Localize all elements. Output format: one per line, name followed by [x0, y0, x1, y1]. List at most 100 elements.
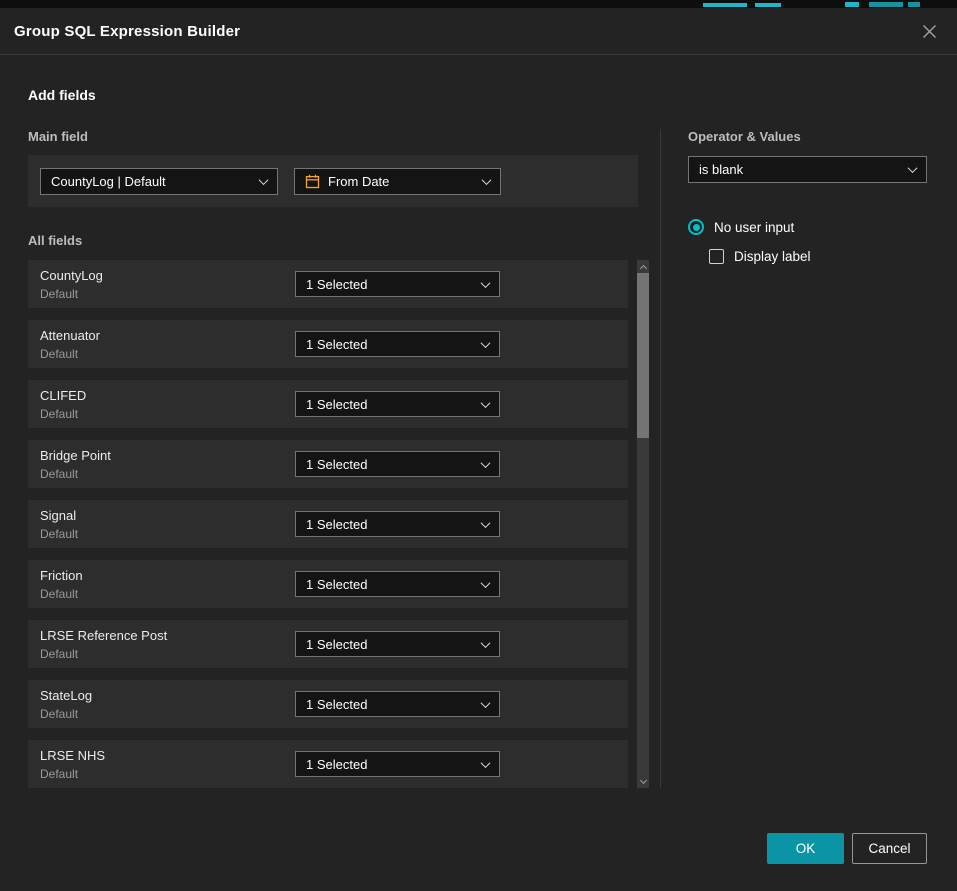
field-rows-container: CountyLogDefault1 SelectedAttenuatorDefa… [28, 260, 628, 788]
field-selected-value: 1 Selected [306, 757, 367, 772]
no-user-input-option: No user input [688, 219, 927, 235]
field-selected-dropdown[interactable]: 1 Selected [295, 691, 500, 717]
builder-columns: Main field CountyLog | Default Fro [28, 129, 927, 788]
field-row: CLIFED Default 1 Selected [28, 380, 628, 428]
field-selected-dropdown[interactable]: 1 Selected [295, 751, 500, 777]
field-selected-value: 1 Selected [306, 397, 367, 412]
cancel-button[interactable]: Cancel [852, 833, 927, 864]
scrollbar-up-icon[interactable] [637, 260, 649, 273]
main-field-panel: CountyLog | Default From Date [28, 155, 638, 207]
field-row-text: LRSE NHS Default [40, 748, 295, 781]
main-field-label: Main field [28, 129, 660, 144]
field-row-text: Bridge PointDefault [40, 448, 295, 481]
field-row-text: SignalDefault [40, 508, 295, 541]
layer-select-value: CountyLog | Default [51, 174, 166, 189]
field-selected-dropdown[interactable]: 1 Selected [295, 331, 500, 357]
column-divider [660, 129, 661, 788]
display-label-text: Display label [734, 249, 811, 264]
field-selected-value: 1 Selected [306, 337, 367, 352]
background-fragment [869, 2, 903, 7]
field-subtitle: Default [40, 707, 295, 721]
no-user-input-label: No user input [714, 220, 794, 235]
main-field-select-value: From Date [328, 174, 389, 189]
field-name: LRSE Reference Post [40, 628, 295, 643]
field-row: Attenuator Default 1 Selected [28, 320, 628, 368]
field-selected-dropdown[interactable]: 1 Selected [295, 391, 500, 417]
display-label-checkbox[interactable] [709, 249, 724, 264]
field-selected-value: 1 Selected [306, 517, 367, 532]
field-row: SignalDefault 1 Selected [28, 500, 628, 548]
chevron-down-icon [259, 175, 269, 185]
close-icon [922, 24, 937, 39]
field-selected-value: 1 Selected [306, 457, 367, 472]
field-row: LRSE Reference Post Default1 Selected [28, 620, 628, 668]
field-name: Signal [40, 508, 295, 523]
field-selected-dropdown[interactable]: 1 Selected [295, 451, 500, 477]
fields-column: Main field CountyLog | Default Fro [28, 129, 660, 788]
field-row-text: Friction Default [40, 568, 295, 601]
chevron-down-icon [482, 175, 492, 185]
field-selected-dropdown[interactable]: 1 Selected [295, 511, 500, 537]
scrollbar-down-icon[interactable] [637, 775, 649, 788]
chevron-down-icon [481, 338, 491, 348]
chevron-down-icon [908, 163, 918, 173]
field-subtitle: Default [40, 347, 295, 361]
field-selected-dropdown[interactable]: 1 Selected [295, 571, 500, 597]
all-fields-label: All fields [28, 233, 660, 248]
background-fragment [908, 2, 920, 7]
field-subtitle: Default [40, 767, 295, 781]
field-row: CountyLog Default 1 Selected [28, 260, 628, 308]
field-row: LRSE NHS Default 1 Selected [28, 740, 628, 788]
field-row-text: CountyLog Default [40, 268, 295, 301]
add-fields-heading: Add fields [28, 87, 927, 103]
field-selected-value: 1 Selected [306, 697, 367, 712]
ok-button[interactable]: OK [767, 833, 844, 864]
chevron-down-icon [481, 758, 491, 768]
layer-select[interactable]: CountyLog | Default [40, 168, 278, 195]
field-selected-dropdown[interactable]: 1 Selected [295, 631, 500, 657]
field-name: CLIFED [40, 388, 295, 403]
field-name: CountyLog [40, 268, 295, 283]
chevron-down-icon [481, 278, 491, 288]
field-name: Friction [40, 568, 295, 583]
field-selected-value: 1 Selected [306, 277, 367, 292]
close-button[interactable] [918, 20, 941, 43]
field-selected-dropdown[interactable]: 1 Selected [295, 271, 500, 297]
field-row: StateLog Default 1 Selected [28, 680, 628, 728]
dialog-body: Add fields Main field CountyLog | Defaul… [0, 87, 957, 788]
all-fields-list: CountyLogDefault1 SelectedAttenuatorDefa… [28, 260, 660, 788]
chevron-down-icon [481, 578, 491, 588]
background-fragment [845, 2, 859, 7]
operator-select[interactable]: is blank [688, 156, 927, 183]
field-row-text: Attenuator Default [40, 328, 295, 361]
chevron-down-icon [481, 698, 491, 708]
no-user-input-radio[interactable] [688, 219, 704, 235]
field-row-text: CLIFED Default [40, 388, 295, 421]
field-name: Bridge Point [40, 448, 295, 463]
field-subtitle: Default [40, 407, 295, 421]
chevron-down-icon [481, 398, 491, 408]
field-name: Attenuator [40, 328, 295, 343]
background-app-strip [0, 0, 957, 8]
field-subtitle: Default [40, 287, 295, 301]
chevron-down-icon [481, 458, 491, 468]
field-name: LRSE NHS [40, 748, 295, 763]
operator-select-value: is blank [699, 162, 743, 177]
field-row-text: LRSE Reference Post Default [40, 628, 295, 661]
chevron-down-icon [481, 518, 491, 528]
operator-column: Operator & Values is blank No user input… [688, 129, 927, 788]
calendar-icon [305, 174, 320, 189]
field-subtitle: Default [40, 587, 295, 601]
scrollbar-thumb[interactable] [637, 273, 649, 438]
chevron-down-icon [481, 638, 491, 648]
scrollbar[interactable] [637, 260, 649, 788]
display-label-option: Display label [709, 249, 927, 264]
field-subtitle: Default [40, 647, 295, 661]
dialog-title: Group SQL Expression Builder [14, 23, 240, 40]
field-row: Bridge PointDefault 1 Selected [28, 440, 628, 488]
field-selected-value: 1 Selected [306, 577, 367, 592]
field-name: StateLog [40, 688, 295, 703]
main-field-select[interactable]: From Date [294, 168, 501, 195]
background-fragment [755, 3, 781, 7]
operator-values-label: Operator & Values [688, 129, 927, 144]
